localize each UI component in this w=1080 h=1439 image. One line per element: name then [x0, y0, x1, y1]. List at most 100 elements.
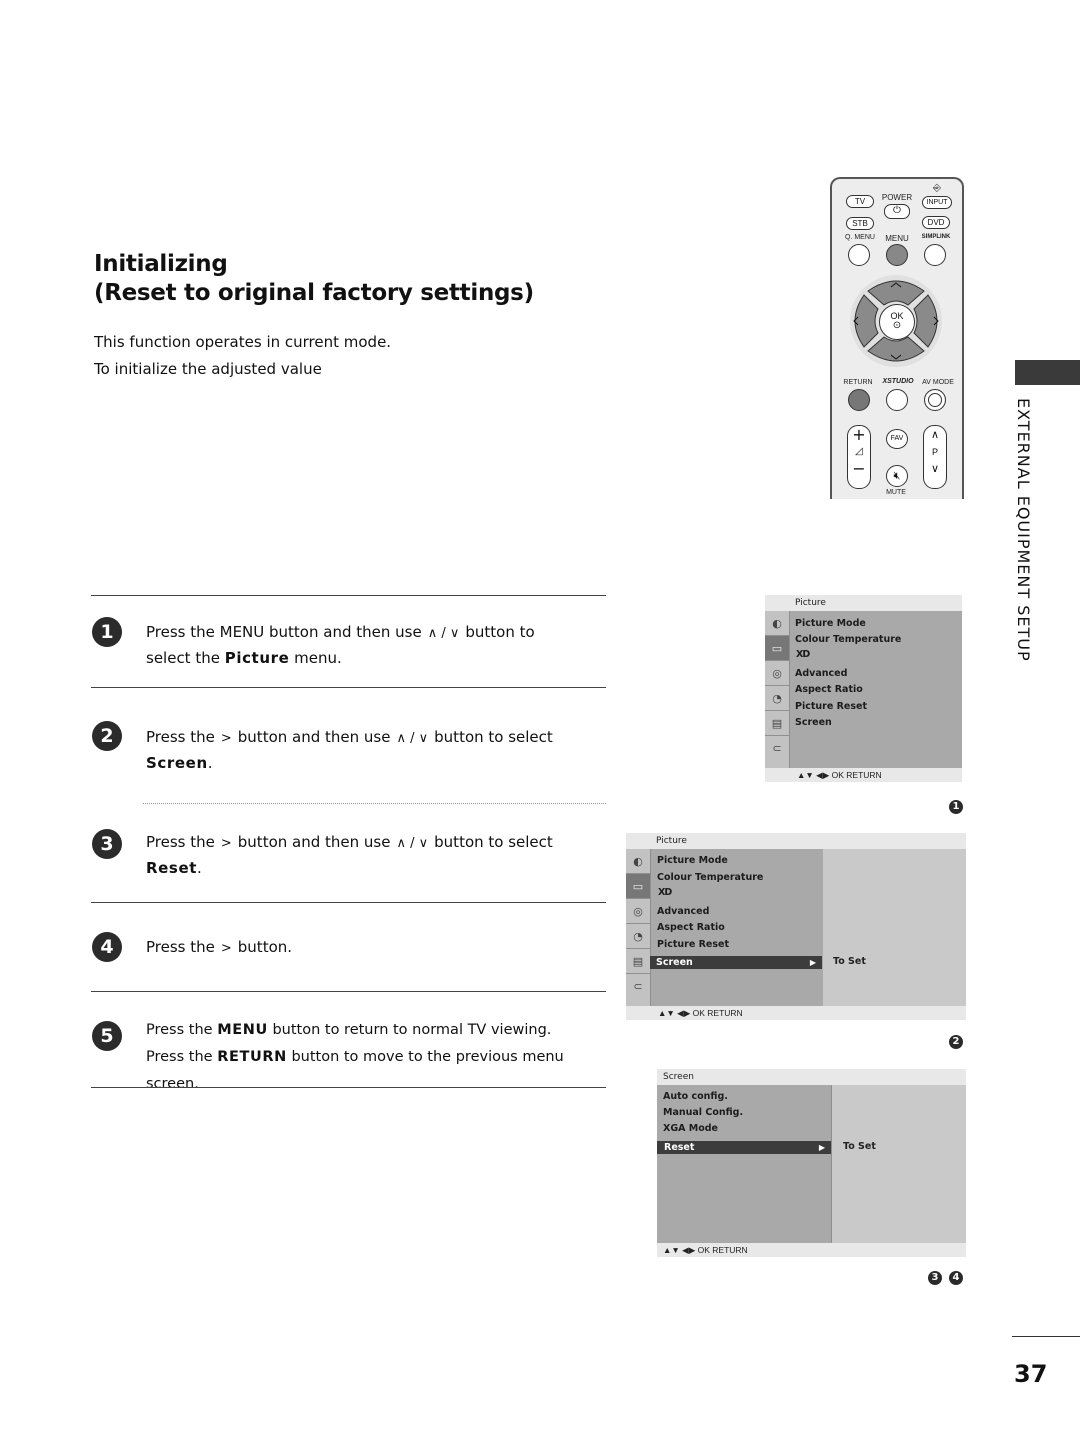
channel-down-icon: ∨: [930, 462, 940, 475]
section-tab-marker: [1015, 360, 1080, 385]
selected-label: Screen: [656, 957, 693, 968]
input-icon[interactable]: ⊂: [765, 736, 789, 760]
time-icon[interactable]: ◔: [626, 924, 650, 949]
menu-item-xd[interactable]: XD: [658, 887, 672, 898]
title-line-2: (Reset to original factory settings): [94, 280, 534, 306]
step-5-text: Press the MENU button to return to norma…: [146, 1017, 616, 1098]
input-icon: ⎆: [933, 183, 941, 194]
channel-up-icon: ∧: [930, 428, 940, 441]
menu-item-xd[interactable]: XD: [796, 649, 810, 660]
audio-icon[interactable]: ◎: [626, 899, 650, 924]
step-3-bold: Reset: [146, 859, 197, 877]
picture-menu-icon[interactable]: ◐: [626, 849, 650, 874]
step-5-menu-bold: MENU: [217, 1022, 268, 1038]
step-5-l2-pre: Press the: [146, 1049, 213, 1065]
menu-item[interactable]: Screen: [795, 717, 832, 728]
step-number-2: 2: [92, 721, 122, 751]
power-button[interactable]: ⏻: [884, 204, 910, 219]
simplink-button[interactable]: [924, 244, 946, 266]
intro-line-2: To initialize the adjusted value: [94, 360, 322, 378]
return-button[interactable]: [848, 389, 870, 411]
xstudio-button[interactable]: [886, 389, 908, 411]
stb-button[interactable]: STB: [846, 217, 874, 230]
simplink-label: SIMPLINK: [921, 234, 951, 240]
osd-header: Screen: [663, 1072, 694, 1082]
step-number-4: 4: [92, 932, 122, 962]
option-icon[interactable]: ▤: [765, 711, 789, 736]
menu-button[interactable]: [886, 244, 908, 266]
power-label: POWER: [881, 193, 913, 202]
mute-label: MUTE: [886, 489, 906, 496]
xstudio-label: XSTUDIO: [882, 378, 914, 385]
osd-body: ◐ ▭ ◎ ◔ ▤ ⊂ Picture Mode Colour Temperat…: [765, 611, 962, 768]
tv-button[interactable]: TV: [846, 195, 874, 208]
step-3-post: button to select: [434, 833, 553, 851]
mute-icon: 🔇︎: [893, 470, 901, 482]
menu-item[interactable]: Aspect Ratio: [795, 684, 863, 695]
menu-item-selected[interactable]: Screen ▶: [650, 956, 822, 969]
volume-rocker[interactable]: + ◿ −: [847, 425, 871, 489]
submenu-arrow-icon: ▶: [809, 958, 816, 967]
menu-item[interactable]: Auto config.: [663, 1091, 728, 1102]
divider: [91, 687, 606, 688]
fav-button[interactable]: FAV: [886, 429, 908, 449]
screen-icon[interactable]: ▭: [765, 636, 789, 661]
step-1-line2-pre: select the: [146, 649, 220, 667]
time-icon[interactable]: ◔: [765, 686, 789, 711]
step-4-pre: Press the: [146, 938, 215, 956]
mute-button[interactable]: 🔇︎: [886, 465, 908, 487]
up-down-icon: ∧ / ∨: [396, 731, 429, 746]
right-arrow-icon: >: [220, 731, 232, 746]
option-icon[interactable]: ▤: [626, 949, 650, 974]
ok-button[interactable]: OK ⊙: [879, 304, 915, 340]
avmode-button[interactable]: [924, 389, 946, 411]
osd-header: Picture: [795, 598, 826, 608]
audio-icon[interactable]: ◎: [765, 661, 789, 686]
up-down-icon: ∧ / ∨: [396, 836, 429, 851]
menu-item[interactable]: Manual Config.: [663, 1107, 743, 1118]
picture-menu-icon[interactable]: ◐: [765, 611, 789, 636]
menu-item[interactable]: Advanced: [657, 906, 709, 917]
intro-text: This function operates in current mode. …: [94, 329, 391, 383]
osd-icon-column: ◐ ▭ ◎ ◔ ▤ ⊂: [765, 611, 790, 768]
qmenu-label: Q. MENU: [845, 234, 875, 241]
intro-line-1: This function operates in current mode.: [94, 333, 392, 351]
menu-item[interactable]: XGA Mode: [663, 1123, 718, 1134]
osd-body: ◐ ▭ ◎ ◔ ▤ ⊂ Picture Mode Colour Temperat…: [626, 849, 966, 1006]
input-icon[interactable]: ⊂: [626, 974, 650, 998]
volume-up-icon: +: [852, 425, 866, 444]
step-2-mid: button and then use: [237, 728, 391, 746]
menu-item[interactable]: Picture Mode: [657, 855, 728, 866]
menu-item[interactable]: Advanced: [795, 668, 847, 679]
volume-icon: ◿: [855, 446, 863, 457]
to-set-value[interactable]: To Set: [843, 1141, 876, 1152]
menu-item[interactable]: Picture Reset: [795, 701, 867, 712]
menu-item[interactable]: Aspect Ratio: [657, 922, 725, 933]
menu-item[interactable]: Colour Temperature: [795, 634, 901, 645]
menu-item[interactable]: Picture Reset: [657, 939, 729, 950]
menu-item[interactable]: Picture Mode: [795, 618, 866, 629]
step-3-period: .: [197, 859, 202, 877]
input-button[interactable]: INPUT: [922, 196, 952, 209]
ok-dot-icon: ⊙: [892, 320, 902, 331]
to-set-value[interactable]: To Set: [833, 956, 866, 967]
step-1-text: Press the MENU button and then use ∧ / ∨ b…: [146, 620, 606, 670]
menu-item[interactable]: Colour Temperature: [657, 872, 763, 883]
channel-rocker[interactable]: ∧ P ∨: [923, 425, 947, 489]
step-badge-2: 2: [949, 1035, 963, 1049]
step-number-5: 5: [92, 1021, 122, 1051]
page-number: 37: [1014, 1360, 1048, 1388]
divider: [91, 991, 606, 992]
qmenu-button[interactable]: [848, 244, 870, 266]
step-1-bold: Picture: [224, 649, 290, 667]
channel-label: P: [931, 447, 938, 457]
step-1-post: button to: [465, 623, 535, 641]
navigation-pad: OK ⊙: [846, 275, 946, 367]
menu-item-selected[interactable]: Reset ▶: [657, 1141, 831, 1154]
section-label: EXTERNAL EQUIPMENT SETUP: [1014, 398, 1040, 698]
dvd-button[interactable]: DVD: [922, 216, 950, 229]
step-badge-1: 1: [949, 800, 963, 814]
osd-footer: ▲▼ ◀▶ OK RETURN: [663, 1245, 748, 1255]
dotted-divider: [143, 803, 606, 805]
screen-icon[interactable]: ▭: [626, 874, 650, 899]
